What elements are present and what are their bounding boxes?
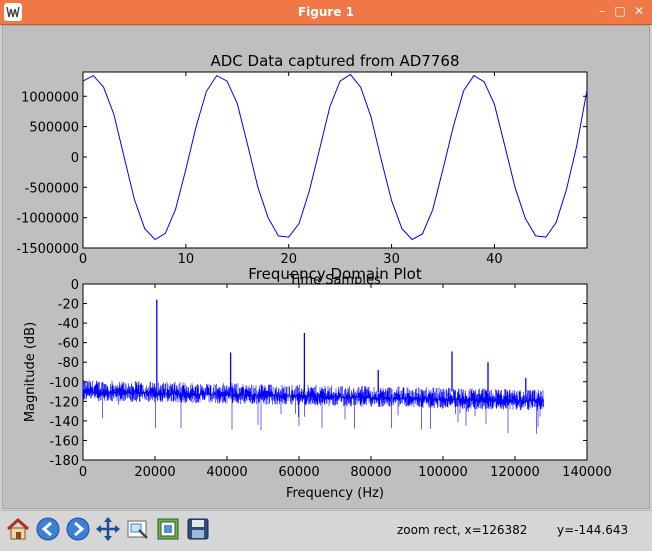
close-icon[interactable]: ✕ bbox=[632, 4, 646, 18]
minimize-icon[interactable]: – bbox=[595, 4, 609, 18]
ax2-xtick-label: 120000 bbox=[490, 465, 540, 480]
figure-window: Figure 1 – □ ✕ ADC Data captured from AD… bbox=[0, 0, 652, 551]
figure-canvas[interactable]: ADC Data captured from AD7768 0 10 20 30 40-… bbox=[2, 25, 650, 509]
ax2-xtick-label: 0 bbox=[79, 465, 87, 480]
ax2-ytick-label: -40 bbox=[58, 317, 79, 332]
ax1-ytick-label: -1500000 bbox=[16, 242, 79, 257]
title-bar: Figure 1 – □ ✕ bbox=[0, 0, 652, 25]
ax2-xtick-label: 140000 bbox=[562, 465, 612, 480]
ax2-ytick-label: -180 bbox=[49, 454, 79, 469]
cursor-x-readout: zoom rect, x=126382 bbox=[397, 523, 528, 537]
ax1-ytick-label: 0 bbox=[71, 151, 79, 166]
pan-icon[interactable] bbox=[95, 516, 121, 542]
ax2-xtick-label: 60000 bbox=[278, 465, 319, 480]
save-icon[interactable] bbox=[185, 516, 211, 542]
ax1-xtick-label: 10 bbox=[178, 252, 195, 267]
ax2-ytick-label: -100 bbox=[49, 376, 79, 391]
navigation-toolbar: zoom rect, x=126382 y=-144.643 bbox=[0, 510, 652, 551]
ax2-ytick-label: -60 bbox=[58, 337, 79, 352]
ax2-title: Frequency Domain Plot bbox=[248, 265, 422, 283]
ax1-xtick-label: 0 bbox=[79, 252, 87, 267]
ax1-xtick-label: 40 bbox=[486, 252, 503, 267]
back-arrow-icon[interactable] bbox=[35, 516, 61, 542]
ax2-xtick-label: 80000 bbox=[350, 465, 391, 480]
ax1-ytick-label: -500000 bbox=[25, 181, 79, 196]
ax1-ytick-label: 1000000 bbox=[21, 90, 79, 105]
ax2-xtick-label: 20000 bbox=[134, 465, 175, 480]
ax1-title: ADC Data captured from AD7768 bbox=[210, 52, 459, 70]
forward-arrow-icon[interactable] bbox=[65, 516, 91, 542]
ax2-frame bbox=[82, 283, 588, 461]
window-title: Figure 1 bbox=[297, 5, 355, 19]
ax2-xlabel: Frequency (Hz) bbox=[286, 486, 384, 501]
ax2-ytick-label: -80 bbox=[58, 356, 79, 371]
maximize-icon[interactable]: □ bbox=[613, 4, 627, 18]
ax2-ytick-label: 0 bbox=[71, 278, 79, 293]
subplots-icon[interactable] bbox=[155, 516, 181, 542]
home-icon[interactable] bbox=[5, 516, 31, 542]
ax2-ytick-label: -160 bbox=[49, 434, 79, 449]
ax2-ytick-label: -120 bbox=[49, 395, 79, 410]
ax1-ytick-label: -1000000 bbox=[16, 212, 79, 227]
ax2-ytick-label: -140 bbox=[49, 415, 79, 430]
ax1-frame bbox=[82, 71, 588, 249]
ax1-ytick-label: 500000 bbox=[29, 121, 79, 136]
plot-svg[interactable]: ADC Data captured from AD7768 0 10 20 30 40-… bbox=[3, 26, 649, 508]
zoom-icon[interactable] bbox=[125, 516, 151, 542]
ax2-xtick-label: 100000 bbox=[418, 465, 468, 480]
ax2-ytick-label: -20 bbox=[58, 298, 79, 313]
ax2-xtick-label: 40000 bbox=[206, 465, 247, 480]
ax2-ylabel: Magnitude (dB) bbox=[23, 322, 38, 422]
cursor-y-readout: y=-144.643 bbox=[557, 523, 629, 537]
